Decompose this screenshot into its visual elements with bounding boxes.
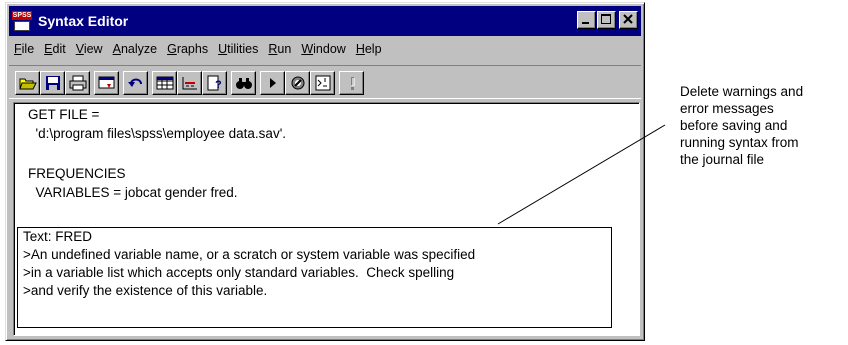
callout-note: Delete warnings and error messages befor… [680,84,804,167]
callout-pointer-line [497,124,666,225]
